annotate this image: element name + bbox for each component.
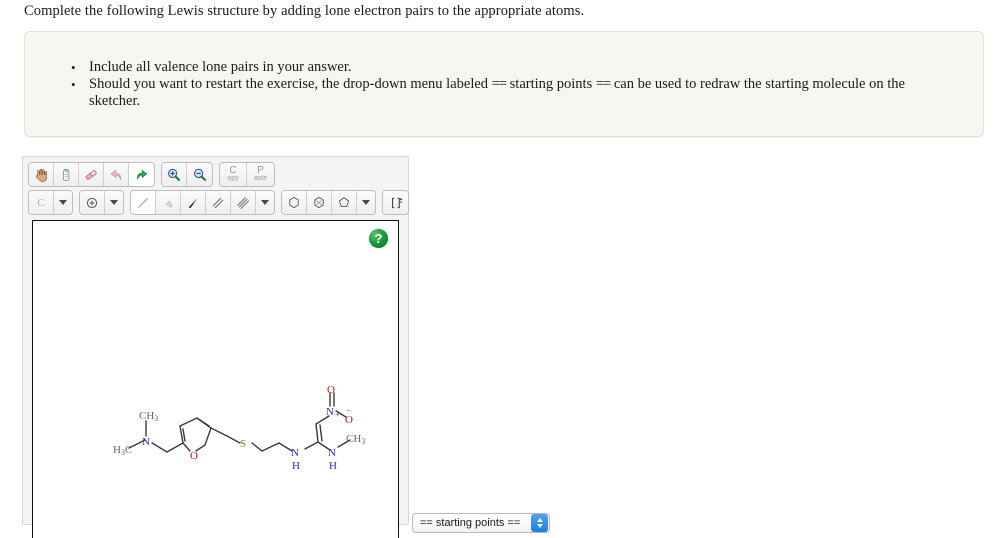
label-charge-minus: − <box>346 406 351 415</box>
label-charge-plus: + <box>335 410 340 419</box>
starting-points-selected-value: == starting points == <box>420 517 521 529</box>
chevron-down-icon <box>261 200 269 205</box>
pan-hand-icon[interactable] <box>29 163 54 186</box>
hash-bond-tool[interactable] <box>156 191 181 214</box>
clipboard-tool-group: C opy P aste <box>219 162 275 187</box>
bracket-charge-tool[interactable] <box>383 191 408 214</box>
paste-button[interactable]: P aste <box>247 163 274 186</box>
chevron-up-icon <box>536 518 543 522</box>
chevron-down-icon <box>110 200 118 205</box>
label-ch3-right: CH3 <box>346 433 365 446</box>
label-n-amine: N <box>142 436 150 448</box>
transform-tool-group <box>28 162 155 187</box>
instruction-text-a: Should you want to restart the exercise,… <box>89 76 492 92</box>
paste-label-line1: P <box>257 164 264 176</box>
ring-dropdown-caret[interactable] <box>357 191 375 214</box>
bracket-tool-group <box>382 190 409 215</box>
undo-icon[interactable] <box>104 163 129 186</box>
benzene-ring-tool[interactable] <box>282 191 307 214</box>
charge-dropdown-caret[interactable] <box>105 191 123 214</box>
element-carbon-button[interactable]: C <box>29 191 54 214</box>
sketcher-canvas[interactable]: ? H3C CH3 N O S N H N H CH3 N + O O − <box>32 220 399 538</box>
chemdoodle-sketcher[interactable]: C opy P aste C ? H3C CH3 N O S N H N H C… <box>22 156 409 538</box>
copy-label-line2: opy <box>227 174 239 182</box>
eraser-icon[interactable] <box>79 163 104 186</box>
cyclopentane-ring-tool[interactable] <box>332 191 357 214</box>
element-tool-group: C <box>28 190 73 215</box>
charge-tool-group <box>79 190 124 215</box>
starting-points-select[interactable]: == starting points == <box>412 513 550 533</box>
chevron-down-icon <box>362 200 370 205</box>
ring-tool-group <box>281 190 376 215</box>
label-o-nitro-double: O <box>327 384 335 396</box>
redo-icon[interactable] <box>129 163 154 186</box>
label-o-nitro-minus: O <box>345 414 353 426</box>
cyclohexane-chair-tool[interactable] <box>307 191 332 214</box>
select-stepper-icon[interactable] <box>531 514 548 532</box>
instruction-text-b: starting points <box>506 76 596 92</box>
instructions-box: Include all valence lone pairs in your a… <box>24 31 984 137</box>
charge-tool-icon[interactable] <box>80 191 105 214</box>
label-h-right: H <box>329 460 337 472</box>
copy-button[interactable]: C opy <box>220 163 247 186</box>
triple-bond-tool[interactable] <box>231 191 256 214</box>
label-o-furan: O <box>190 450 198 462</box>
instruction-bullet-1: Include all valence lone pairs in your a… <box>67 59 957 76</box>
wedge-bond-tool[interactable] <box>181 191 206 214</box>
label-n-nitro: N <box>326 406 334 418</box>
label-h3c: H3C <box>113 444 132 457</box>
label-ch3-top: CH3 <box>139 410 158 423</box>
label-h-left: H <box>292 460 300 472</box>
page-prompt: Complete the following Lewis structure b… <box>24 3 585 19</box>
zoom-tool-group <box>161 162 213 187</box>
paste-label-line2: aste <box>253 174 268 182</box>
single-bond-tool[interactable] <box>131 191 156 214</box>
element-dropdown-caret[interactable] <box>54 191 72 214</box>
bond-tool-group <box>130 190 275 215</box>
chevron-down-icon <box>536 524 543 528</box>
double-bond-tool[interactable] <box>206 191 231 214</box>
label-n-right: N <box>328 447 336 459</box>
bond-dropdown-caret[interactable] <box>256 191 274 214</box>
zoom-out-icon[interactable] <box>187 163 212 186</box>
zoom-in-icon[interactable] <box>162 163 187 186</box>
molecule-drawing: H3C CH3 N O S N H N H CH3 N + O O − <box>113 384 365 472</box>
sketcher-toolbar-row-2: C <box>28 190 415 215</box>
sketcher-toolbar-row-1: C opy P aste <box>28 162 281 187</box>
label-s-thioether: S <box>240 438 246 450</box>
chevron-down-icon <box>59 200 67 205</box>
copy-label-line1: C <box>229 164 237 176</box>
instruction-bullet-2: Should you want to restart the exercise,… <box>67 76 957 110</box>
equals-mark-right: == <box>595 76 611 92</box>
equals-mark-left: == <box>491 76 507 92</box>
lasso-select-icon[interactable] <box>54 163 79 186</box>
label-n-left: N <box>291 447 299 459</box>
